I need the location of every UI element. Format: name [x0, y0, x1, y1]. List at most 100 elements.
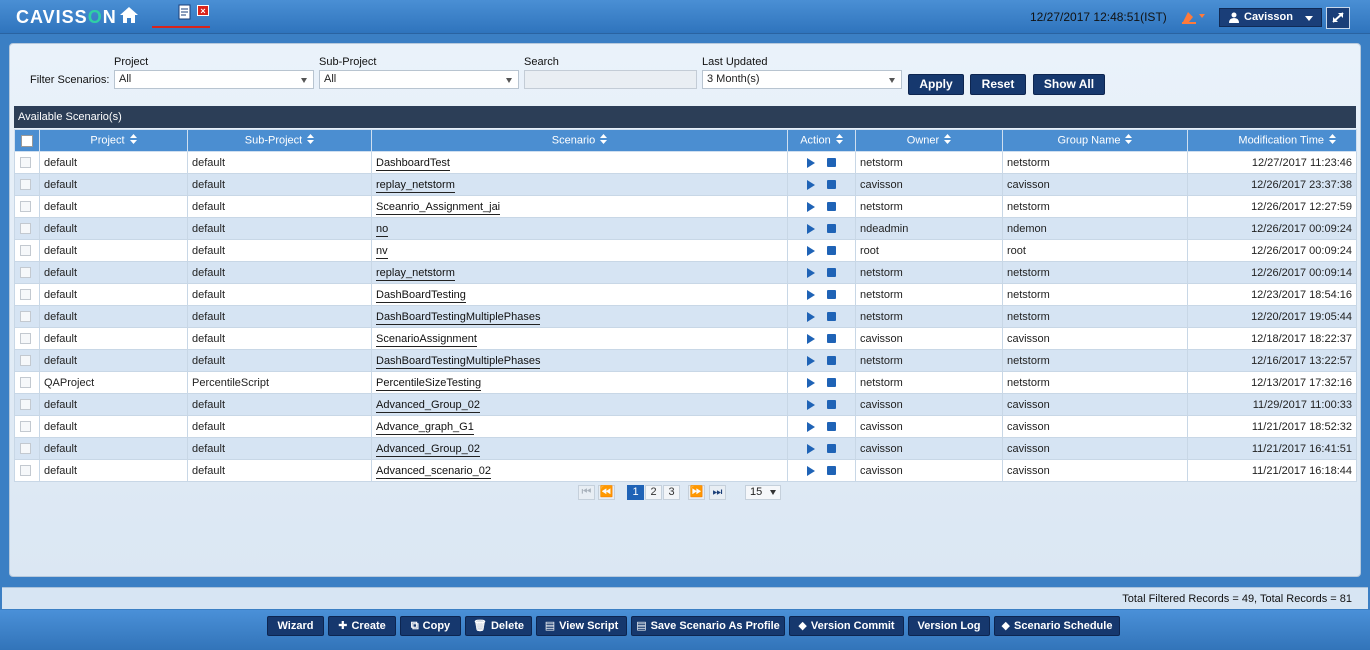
play-icon[interactable] [807, 201, 815, 212]
edit-icon[interactable] [827, 334, 836, 344]
delete-button[interactable]: 🗑 Delete [465, 616, 532, 636]
row-checkbox[interactable] [20, 333, 31, 345]
show-all-button[interactable]: Show All [1033, 74, 1105, 95]
scenario-link[interactable]: replay_netstorm [376, 266, 455, 281]
wizard-button[interactable]: Wizard [267, 616, 324, 636]
sort-icon[interactable] [129, 134, 137, 147]
row-checkbox[interactable] [20, 399, 31, 411]
apply-button[interactable]: Apply [908, 74, 964, 95]
edit-icon[interactable] [827, 466, 836, 476]
prev-page-button[interactable]: ⏪ [598, 485, 615, 500]
scenario-link[interactable]: DashboardTest [376, 156, 450, 171]
page-button-3[interactable]: 3 [663, 485, 680, 500]
edit-icon[interactable] [827, 422, 836, 432]
edit-icon[interactable] [827, 356, 836, 366]
row-checkbox[interactable] [20, 179, 31, 191]
row-checkbox[interactable] [20, 311, 31, 323]
column-header-group[interactable]: Group Name [1002, 129, 1188, 152]
edit-icon[interactable] [827, 202, 836, 212]
edit-icon[interactable] [827, 444, 836, 454]
fullscreen-button[interactable] [1326, 7, 1350, 29]
scenario-link[interactable]: Sceanrio_Assignment_jai [376, 200, 501, 215]
copy-button[interactable]: ⧉ Copy [400, 616, 461, 636]
table-row[interactable]: default default Advanced_Group_02 cavisson c… [14, 437, 1357, 460]
table-row[interactable]: default default DashBoardTestingMultiplePh… [14, 349, 1357, 372]
sort-icon[interactable] [944, 134, 952, 147]
sort-icon[interactable] [1329, 134, 1336, 147]
version-log-button[interactable]: Version Log [908, 616, 990, 636]
edit-icon[interactable] [827, 378, 836, 388]
scenario-link[interactable]: replay_netstorm [376, 178, 455, 193]
close-tab-icon[interactable]: × [197, 5, 209, 16]
sort-icon[interactable] [835, 134, 843, 147]
play-icon[interactable] [807, 443, 815, 454]
row-checkbox[interactable] [20, 465, 31, 477]
table-row[interactable]: default default no ndeadmin ndemon 12/26/2017… [14, 217, 1357, 240]
home-icon[interactable] [119, 6, 139, 24]
reset-button[interactable]: Reset [970, 74, 1026, 95]
edit-icon[interactable] [827, 158, 836, 168]
table-row[interactable]: QAProject PercentileScript PercentileSizeT… [14, 371, 1357, 394]
column-header-owner[interactable]: Owner [855, 129, 1003, 152]
edit-icon[interactable] [827, 312, 836, 322]
project-select[interactable]: All [114, 70, 314, 89]
play-icon[interactable] [807, 333, 815, 344]
play-icon[interactable] [807, 377, 815, 388]
subproject-select[interactable]: All [319, 70, 519, 89]
scenario-link[interactable]: no [376, 222, 389, 237]
scenario-link[interactable]: Advance_graph_G1 [376, 420, 474, 435]
row-checkbox[interactable] [20, 377, 31, 389]
column-header-action[interactable]: Action [787, 129, 856, 152]
edit-icon[interactable] [827, 246, 836, 256]
scenario-link[interactable]: Advanced_Group_02 [376, 398, 480, 413]
column-header-subproject[interactable]: Sub-Project [187, 129, 372, 152]
table-row[interactable]: default default DashBoardTestingMultiplePh… [14, 305, 1357, 328]
scenario-link[interactable]: ScenarioAssignment [376, 332, 477, 347]
column-header-scenario[interactable]: Scenario [371, 129, 788, 152]
sort-icon[interactable] [600, 134, 608, 147]
table-row[interactable]: default default replay_netstorm netstorm net… [14, 261, 1357, 284]
play-icon[interactable] [807, 267, 815, 278]
play-icon[interactable] [807, 399, 815, 410]
play-icon[interactable] [807, 421, 815, 432]
edit-icon[interactable] [827, 290, 836, 300]
scenario-link[interactable]: Advanced_scenario_02 [376, 464, 491, 479]
last-updated-select[interactable]: 3 Month(s) [702, 70, 902, 89]
column-header-modtime[interactable]: Modification Time [1187, 129, 1357, 152]
table-row[interactable]: default default Advanced_Group_02 cavisson c… [14, 393, 1357, 416]
scenario-link[interactable]: DashBoardTesting [376, 288, 466, 303]
page-button-1[interactable]: 1 [627, 485, 644, 500]
table-row[interactable]: default default Advance_graph_G1 cavisson ca… [14, 415, 1357, 438]
edit-icon[interactable] [827, 224, 836, 234]
user-menu-button[interactable]: Cavisson [1219, 8, 1322, 27]
first-page-button[interactable]: ⏮ [578, 485, 595, 500]
row-checkbox[interactable] [20, 267, 31, 279]
row-checkbox[interactable] [20, 157, 31, 169]
scenario-schedule-button[interactable]: ◆ Scenario Schedule [994, 616, 1120, 636]
view-script-button[interactable]: ▤ View Script [536, 616, 627, 636]
search-input[interactable] [524, 70, 697, 89]
edit-icon[interactable] [827, 268, 836, 278]
edit-icon[interactable] [827, 400, 836, 410]
row-checkbox[interactable] [20, 355, 31, 367]
sort-icon[interactable] [1125, 134, 1133, 147]
page-size-select[interactable]: 15 [745, 485, 781, 500]
play-icon[interactable] [807, 465, 815, 476]
table-row[interactable]: default default Advanced_scenario_02 caviss… [14, 459, 1357, 482]
row-checkbox[interactable] [20, 223, 31, 235]
alert-icon[interactable] [1180, 9, 1206, 25]
next-page-button[interactable]: ⏩ [688, 485, 705, 500]
play-icon[interactable] [807, 157, 815, 168]
select-all-checkbox[interactable] [21, 134, 33, 147]
version-commit-button[interactable]: ◆ Version Commit [789, 616, 904, 636]
table-row[interactable]: default default replay_netstorm cavisson cav… [14, 173, 1357, 196]
save-profile-button[interactable]: ▤ Save Scenario As Profile [631, 616, 785, 636]
scenario-link[interactable]: DashBoardTestingMultiplePhases [376, 310, 541, 325]
table-row[interactable]: default default ScenarioAssignment cavisson… [14, 327, 1357, 350]
play-icon[interactable] [807, 245, 815, 256]
scenario-link[interactable]: DashBoardTestingMultiplePhases [376, 354, 541, 369]
row-checkbox[interactable] [20, 421, 31, 433]
row-checkbox[interactable] [20, 443, 31, 455]
table-row[interactable]: default default Sceanrio_Assignment_jai net… [14, 195, 1357, 218]
play-icon[interactable] [807, 223, 815, 234]
